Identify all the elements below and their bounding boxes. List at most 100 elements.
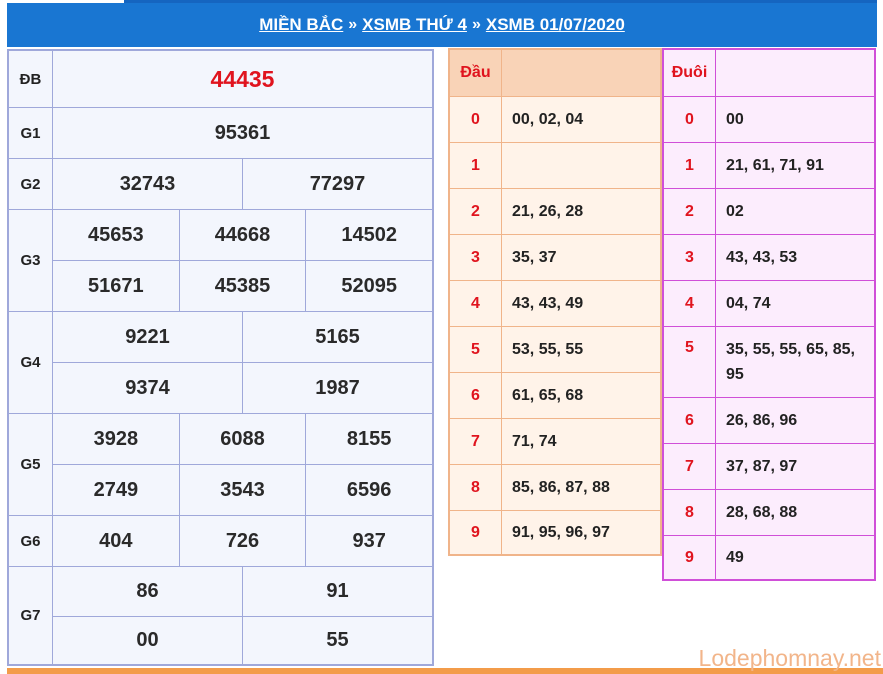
dau-header: Đầu — [450, 50, 502, 96]
duoi-value: 49 — [726, 549, 744, 566]
duoi-row: 0 00 — [664, 97, 874, 142]
prize-value: 44668 — [180, 210, 307, 260]
duoi-value: 35, 55, 55, 65, 85, 95 — [726, 341, 855, 383]
dau-value: 43, 43, 49 — [512, 295, 584, 312]
prize-value: 14502 — [341, 223, 397, 246]
breadcrumb-mien-bac[interactable]: MIỀN BẮC — [259, 15, 343, 35]
prize-value: 9374 — [53, 363, 243, 413]
prize-value: 51671 — [53, 261, 180, 311]
dau-key: 8 — [450, 465, 502, 510]
dau-value: 91, 95, 96, 97 — [512, 524, 610, 541]
dau-key: 9 — [450, 511, 502, 554]
prize-row-g4: G4 9221 5165 9374 1987 — [9, 312, 432, 413]
prize-row-db: ĐB 44435 — [9, 51, 432, 107]
dau-key: 5 — [450, 327, 502, 372]
prize-label: G7 — [9, 567, 53, 664]
dau-key: 7 — [450, 419, 502, 464]
breadcrumb-separator-icon: » — [348, 16, 358, 33]
special-prize-value: 44435 — [210, 65, 275, 92]
duoi-header-row: Đuôi — [664, 50, 874, 96]
duoi-key: 9 — [664, 536, 716, 579]
dau-row: 1 — [450, 143, 660, 188]
dau-table: Đầu 0 00, 02, 04 1 2 21, 26, 28 3 35, 37 44… — [448, 48, 662, 556]
dau-row: 6 61, 65, 68 — [450, 373, 660, 418]
prize-label: G3 — [9, 210, 53, 311]
prize-value: 1987 — [315, 376, 360, 399]
dau-row: 3 35, 37 — [450, 235, 660, 280]
watermark: Lodephomnay.net — [698, 645, 881, 671]
duoi-row: 8 28, 68, 88 — [664, 490, 874, 535]
dau-value — [502, 143, 660, 188]
dau-value: 35, 37 — [512, 249, 557, 266]
dau-value: 71, 74 — [512, 433, 557, 450]
dau-row: 0 00, 02, 04 — [450, 97, 660, 142]
duoi-row: 1 21, 61, 71, 91 — [664, 143, 874, 188]
duoi-key: 8 — [664, 490, 716, 535]
prize-value: 32743 — [53, 159, 243, 209]
duoi-value: 43, 43, 53 — [726, 249, 798, 266]
prize-value: 3543 — [180, 465, 307, 515]
duoi-row: 7 37, 87, 97 — [664, 444, 874, 489]
prize-label: ĐB — [9, 51, 53, 107]
duoi-value: 00 — [726, 111, 744, 128]
prize-value: 5165 — [315, 325, 360, 348]
duoi-key: 6 — [664, 398, 716, 443]
breadcrumb-xsmb-thu-4[interactable]: XSMB THỨ 4 — [362, 15, 467, 35]
duoi-row: 6 26, 86, 96 — [664, 398, 874, 443]
prize-row-g5: G5 3928 6088 8155 2749 3543 6596 — [9, 414, 432, 515]
dau-value: 61, 65, 68 — [512, 387, 584, 404]
prize-label: G4 — [9, 312, 53, 413]
prize-value: 86 — [53, 567, 243, 616]
dau-key: 1 — [450, 143, 502, 188]
dau-row: 9 91, 95, 96, 97 — [450, 511, 660, 554]
prize-value: 00 — [53, 617, 243, 664]
duoi-row: 9 49 — [664, 536, 874, 579]
dau-key: 6 — [450, 373, 502, 418]
prize-row-g1: G1 95361 — [9, 108, 432, 158]
dau-row: 7 71, 74 — [450, 419, 660, 464]
prize-table: ĐB 44435 G1 95361 G2 32743 77297 G3 4565… — [7, 49, 434, 666]
prize-value: 726 — [180, 516, 307, 566]
duoi-value: 04, 74 — [726, 295, 771, 312]
prize-row-g7: G7 86 91 00 55 — [9, 567, 432, 664]
dau-row: 5 53, 55, 55 — [450, 327, 660, 372]
duoi-key: 4 — [664, 281, 716, 326]
prize-label: G1 — [9, 108, 53, 158]
dau-value: 85, 86, 87, 88 — [512, 479, 610, 496]
breadcrumb-separator-icon: » — [471, 16, 481, 33]
breadcrumb-xsmb-date[interactable]: XSMB 01/07/2020 — [486, 15, 625, 35]
prize-value: 52095 — [341, 274, 397, 297]
prize-label: G2 — [9, 159, 53, 209]
prize-value: 937 — [352, 529, 386, 552]
prize-value: 404 — [53, 516, 180, 566]
prize-value: 77297 — [309, 172, 366, 195]
duoi-key: 2 — [664, 189, 716, 234]
duoi-table: Đuôi 0 00 1 21, 61, 71, 91 2 02 3 43, 43, 53… — [662, 48, 876, 581]
prize-label: G5 — [9, 414, 53, 515]
dau-row: 8 85, 86, 87, 88 — [450, 465, 660, 510]
prize-value: 9221 — [53, 312, 243, 362]
dau-value: 21, 26, 28 — [512, 203, 584, 220]
prize-row-g6: G6 404 726 937 — [9, 516, 432, 566]
dau-row: 2 21, 26, 28 — [450, 189, 660, 234]
duoi-key: 5 — [664, 327, 716, 397]
duoi-row: 3 43, 43, 53 — [664, 235, 874, 280]
prize-value: 45653 — [53, 210, 180, 260]
dau-value: 00, 02, 04 — [512, 111, 584, 128]
duoi-value: 02 — [726, 203, 744, 220]
prize-value: 6088 — [180, 414, 307, 464]
dau-key: 0 — [450, 97, 502, 142]
prize-value: 6596 — [346, 478, 392, 501]
dau-key: 3 — [450, 235, 502, 280]
duoi-key: 3 — [664, 235, 716, 280]
dau-header-row: Đầu — [450, 50, 660, 96]
prize-row-g3: G3 45653 44668 14502 51671 45385 52095 — [9, 210, 432, 311]
duoi-value: 37, 87, 97 — [726, 458, 798, 475]
page: MIỀN BẮC » XSMB THỨ 4 » XSMB 01/07/2020 … — [0, 0, 883, 674]
prize-value: 3928 — [53, 414, 180, 464]
breadcrumb: MIỀN BẮC » XSMB THỨ 4 » XSMB 01/07/2020 — [7, 3, 877, 47]
prize-value: 95361 — [214, 121, 271, 144]
prize-value: 91 — [326, 580, 349, 602]
duoi-value: 26, 86, 96 — [726, 412, 798, 429]
duoi-key: 7 — [664, 444, 716, 489]
